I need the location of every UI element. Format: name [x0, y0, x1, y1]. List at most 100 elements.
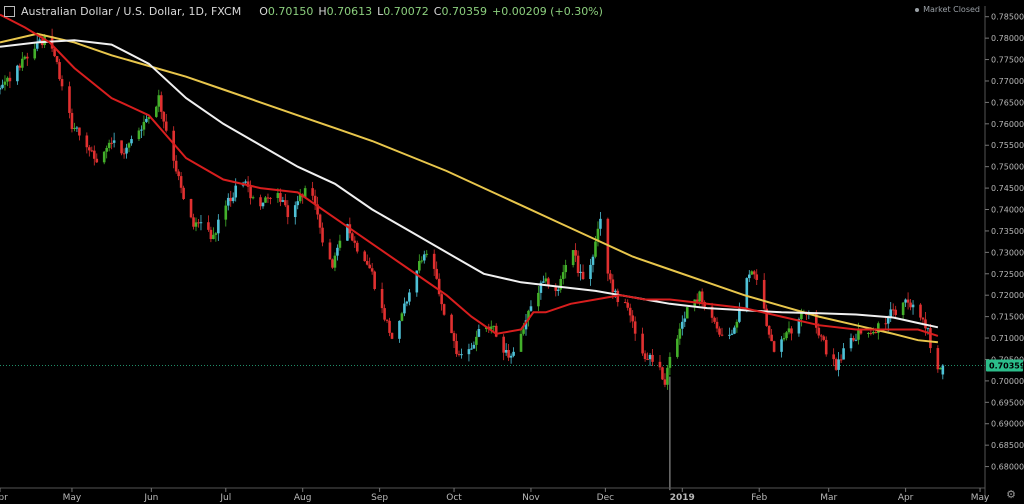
candle[interactable]: [542, 275, 545, 283]
candle[interactable]: [380, 282, 384, 314]
candle[interactable]: [747, 270, 751, 283]
candle[interactable]: [405, 300, 409, 307]
candle[interactable]: [229, 190, 233, 207]
candle[interactable]: [102, 151, 106, 165]
candle[interactable]: [432, 249, 436, 276]
candle[interactable]: [539, 280, 543, 300]
candle[interactable]: [824, 336, 828, 357]
candle[interactable]: [351, 232, 354, 242]
candle[interactable]: [261, 202, 265, 209]
candle[interactable]: [217, 214, 220, 241]
candle[interactable]: [832, 348, 835, 367]
candle[interactable]: [623, 298, 627, 304]
candle[interactable]: [904, 298, 907, 307]
candle[interactable]: [142, 115, 146, 136]
candle[interactable]: [633, 316, 637, 341]
candle[interactable]: [313, 189, 317, 210]
candle[interactable]: [435, 261, 438, 280]
candle[interactable]: [442, 303, 446, 316]
candle[interactable]: [125, 143, 128, 159]
candle[interactable]: [189, 198, 193, 219]
candle[interactable]: [73, 122, 76, 132]
candle[interactable]: [403, 297, 406, 317]
candle[interactable]: [631, 310, 634, 328]
candle[interactable]: [370, 262, 374, 275]
candle[interactable]: [663, 373, 667, 388]
candle[interactable]: [112, 132, 116, 148]
candle[interactable]: [157, 89, 161, 113]
candle[interactable]: [78, 127, 81, 141]
candle[interactable]: [197, 219, 200, 228]
candle[interactable]: [452, 330, 456, 348]
candle[interactable]: [450, 313, 453, 334]
candle[interactable]: [174, 155, 178, 174]
candle[interactable]: [561, 264, 565, 285]
candle[interactable]: [385, 319, 389, 323]
candle[interactable]: [834, 357, 838, 372]
candle[interactable]: [212, 227, 215, 240]
candle[interactable]: [785, 330, 788, 341]
candle[interactable]: [616, 288, 620, 307]
candle[interactable]: [105, 145, 108, 159]
candle[interactable]: [336, 244, 339, 261]
candle[interactable]: [408, 288, 411, 306]
candle[interactable]: [224, 200, 228, 227]
candle[interactable]: [460, 348, 463, 359]
candle[interactable]: [591, 254, 595, 273]
candle[interactable]: [467, 343, 471, 362]
candle[interactable]: [929, 323, 932, 354]
candle[interactable]: [891, 303, 895, 316]
candle[interactable]: [720, 327, 724, 337]
candle[interactable]: [889, 302, 893, 323]
candle[interactable]: [6, 76, 9, 87]
candle[interactable]: [564, 259, 567, 279]
candle[interactable]: [909, 299, 912, 311]
candle[interactable]: [628, 303, 632, 323]
candle[interactable]: [718, 326, 721, 337]
candle[interactable]: [472, 341, 476, 349]
candle[interactable]: [172, 126, 175, 169]
candle[interactable]: [780, 336, 783, 358]
candle[interactable]: [214, 231, 218, 242]
candle[interactable]: [609, 269, 612, 284]
time-axis[interactable]: Apr May Jun Jul Aug Sep Oct Nov Dec 2019 Feb Mar Apr…: [0, 487, 990, 503]
candle[interactable]: [296, 195, 300, 210]
candle[interactable]: [477, 324, 481, 338]
candle[interactable]: [906, 292, 910, 310]
candle[interactable]: [383, 304, 386, 322]
candle[interactable]: [646, 352, 649, 361]
candle[interactable]: [192, 213, 195, 230]
candle[interactable]: [259, 194, 262, 210]
candle[interactable]: [713, 316, 716, 324]
candle[interactable]: [398, 320, 401, 343]
candle[interactable]: [269, 197, 272, 205]
candle[interactable]: [298, 188, 302, 204]
candlesticks[interactable]: [0, 28, 945, 491]
candle[interactable]: [90, 146, 94, 153]
candle[interactable]: [457, 350, 461, 357]
candle[interactable]: [120, 140, 123, 156]
candle[interactable]: [901, 301, 905, 320]
price-chart[interactable]: 0.78500 0.78000 0.77500 0.77000 0.76500 0.760…: [0, 0, 1024, 504]
candle[interactable]: [23, 55, 27, 60]
candle[interactable]: [0, 85, 2, 95]
candle[interactable]: [159, 91, 163, 119]
candle[interactable]: [643, 350, 647, 362]
candle[interactable]: [21, 52, 24, 71]
candle[interactable]: [70, 108, 74, 133]
candle[interactable]: [509, 353, 513, 364]
candle[interactable]: [318, 213, 322, 234]
candle[interactable]: [752, 269, 756, 279]
candle[interactable]: [363, 250, 367, 262]
candle[interactable]: [231, 192, 235, 204]
candle[interactable]: [1, 79, 4, 90]
candle[interactable]: [661, 366, 664, 381]
candle[interactable]: [611, 274, 615, 299]
candle[interactable]: [911, 300, 915, 315]
candle[interactable]: [589, 258, 592, 286]
candle[interactable]: [95, 153, 99, 163]
candle[interactable]: [207, 215, 210, 232]
candle[interactable]: [182, 185, 185, 201]
candle[interactable]: [502, 334, 505, 361]
candle[interactable]: [455, 333, 458, 357]
